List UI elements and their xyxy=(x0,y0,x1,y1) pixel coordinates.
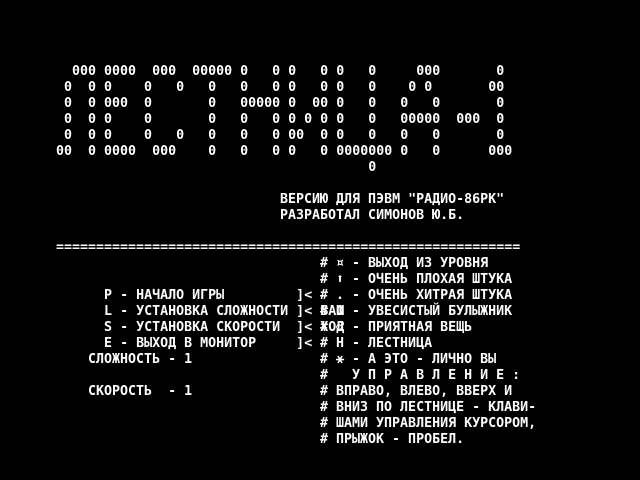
legend-tricky-thing: # . - ОЧЕНЬ ХИТРАЯ ШТУКА xyxy=(320,288,513,303)
controls-line-4: # ПРЫЖОК - ПРОБЕЛ. xyxy=(320,432,465,447)
menu-item-speed[interactable]: S - УСТАНОВКА СКОРОСТИ ]< ХОД xyxy=(56,304,344,335)
separator-line: ========================================… xyxy=(56,240,521,255)
version-credit: ВЕРСИЮ ДЛЯ ПЭВМ "РАДИО-86РК" xyxy=(280,192,505,207)
logo-row-7: 0 xyxy=(56,160,377,175)
legend-player: # ⚹ - А ЭТО - ЛИЧНО ВЫ xyxy=(320,352,497,367)
menu-label: - ВЫХОД В МОНИТОР ]< xyxy=(112,336,313,351)
game-title-screen: 000 0000 000 00000 0 0 0 0 0 0 000 0 0 0… xyxy=(0,0,640,480)
legend-bad-thing: # ⬆ - ОЧЕНЬ ПЛОХАЯ ШТУКА xyxy=(320,272,513,287)
logo-row-3: 0 0 000 0 0 00000 0 00 0 0 0 0 0 xyxy=(56,96,505,111)
logo-row-4: 0 0 0 0 0 0 0 0 0 0 0 0 00000 000 0 xyxy=(56,112,505,127)
controls-line-3: # ШАМИ УПРАВЛЕНИЯ КУРСОРОМ, xyxy=(320,416,537,431)
controls-line-1: # ВПРАВО, ВЛЕВО, ВВЕРХ И xyxy=(320,384,513,399)
menu-item-difficulty[interactable]: L - УСТАНОВКА СЛОЖНОСТИ ]< ВАШ xyxy=(56,288,344,319)
legend-boulder: # 0 - УВЕСИСТЫЙ БУЛЫЖНИК xyxy=(320,304,513,319)
logo-row-2: 0 0 0 0 0 0 0 0 0 0 0 0 0 0 00 xyxy=(56,80,505,95)
legend-exit-level: # ¤ - ВЫХОД ИЗ УРОВНЯ xyxy=(320,256,489,271)
difficulty-readout: СЛОЖНОСТЬ - 1 xyxy=(56,352,193,367)
controls-heading: # У П Р А В Л Е Н И Е : xyxy=(320,368,521,383)
author-credit: РАЗРАБОТАЛ СИМОНОВ Ю.Б. xyxy=(280,208,465,223)
speed-readout: СКОРОСТЬ - 1 xyxy=(56,384,193,399)
legend-pleasant-item: # ♂ - ПРИЯТНАЯ ВЕЩЬ xyxy=(320,320,473,335)
logo-row-1: 000 0000 000 00000 0 0 0 0 0 0 000 0 xyxy=(56,64,505,79)
controls-line-2: # ВНИЗ ПО ЛЕСТНИЦЕ - КЛАВИ- xyxy=(320,400,537,415)
legend-ladder: # Н - ЛЕСТНИЦА xyxy=(320,336,433,351)
logo-row-5: 0 0 0 0 0 0 0 0 00 0 0 0 0 0 0 xyxy=(56,128,505,143)
menu-key: E xyxy=(104,336,113,351)
logo-row-6: 00 0 0000 000 0 0 0 0 0 0000000 0 0 000 xyxy=(56,144,513,159)
menu-item-exit-monitor[interactable]: E - ВЫХОД В МОНИТОР ]< xyxy=(56,320,312,351)
menu-item-start-game[interactable]: P - НАЧАЛО ИГРЫ ]< xyxy=(56,272,312,303)
